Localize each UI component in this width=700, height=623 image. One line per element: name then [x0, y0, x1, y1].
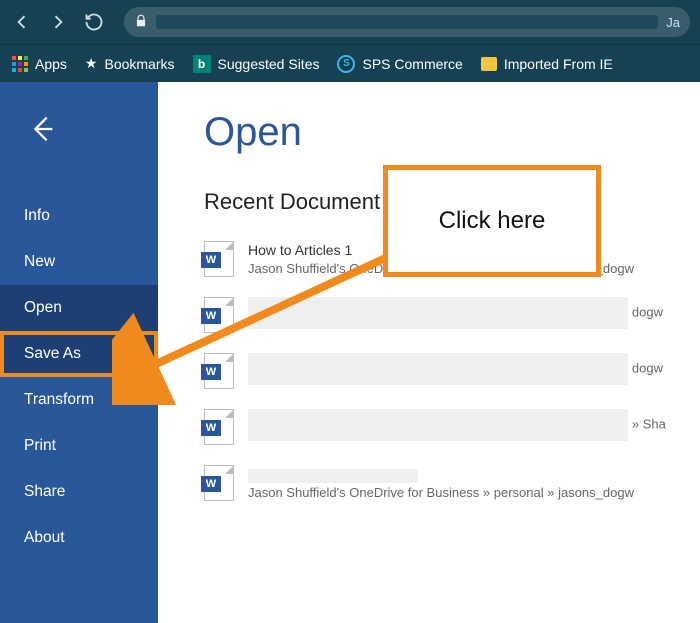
document-row[interactable]: dogw [204, 353, 700, 389]
address-masked [156, 15, 658, 29]
doc-path-tail: dogw [632, 305, 663, 320]
redacted-text [248, 469, 418, 483]
bookmark-suggested[interactable]: b Suggested Sites [193, 55, 320, 73]
forward-nav-button[interactable] [46, 10, 70, 34]
bookmarks-bar: Apps ★ Bookmarks b Suggested Sites S SPS… [0, 44, 700, 82]
sidebar: Info New Open Save As Transform Print Sh… [0, 82, 158, 623]
reload-button[interactable] [82, 10, 106, 34]
sidebar-item-transform[interactable]: Transform [0, 377, 158, 423]
word-doc-icon [204, 353, 234, 389]
bookmark-sps[interactable]: S SPS Commerce [337, 55, 462, 73]
word-doc-icon [204, 297, 234, 333]
word-doc-icon [204, 465, 234, 501]
sidebar-item-print[interactable]: Print [0, 423, 158, 469]
sidebar-item-save-as[interactable]: Save As [0, 331, 158, 377]
bing-icon: b [193, 55, 211, 73]
doc-path-tail: » Sha [632, 417, 666, 432]
redacted-text [248, 353, 628, 385]
sidebar-item-info[interactable]: Info [0, 193, 158, 239]
recent-documents-list: How to Articles 1 Jason Shuffield's OneD… [204, 241, 700, 502]
document-row[interactable]: dogw [204, 297, 700, 333]
word-online-backstage: Info New Open Save As Transform Print Sh… [0, 82, 700, 623]
sidebar-item-label: New [24, 253, 55, 270]
bookmark-apps[interactable]: Apps [12, 56, 67, 72]
word-doc-icon [204, 241, 234, 277]
bookmark-imported-label: Imported From IE [504, 56, 613, 72]
sidebar-item-label: Share [24, 483, 65, 500]
sidebar-item-label: Open [24, 299, 62, 316]
bookmark-sps-label: SPS Commerce [362, 56, 462, 72]
bookmark-imported[interactable]: Imported From IE [481, 56, 613, 72]
document-row[interactable]: Jason Shuffield's OneDrive for Business … [204, 465, 700, 501]
doc-path-tail: dogw [632, 361, 663, 376]
address-bar[interactable]: Ja [124, 7, 690, 37]
back-button[interactable] [0, 106, 158, 175]
sidebar-item-open[interactable]: Open [0, 285, 158, 331]
star-icon: ★ [85, 55, 98, 72]
sidebar-item-label: Save As [24, 345, 81, 362]
sidebar-item-label: About [24, 529, 65, 546]
sidebar-item-share[interactable]: Share [0, 469, 158, 515]
bookmark-apps-label: Apps [35, 56, 67, 72]
redacted-text [248, 409, 628, 441]
annotation-text: Click here [439, 207, 546, 235]
apps-icon [12, 56, 28, 72]
redacted-text [248, 297, 628, 329]
page-title: Open [204, 110, 700, 155]
lock-icon [134, 14, 148, 31]
folder-icon [481, 57, 497, 71]
document-row[interactable]: » Sha [204, 409, 700, 445]
annotation-callout: Click here [383, 165, 601, 277]
address-tail: Ja [666, 15, 680, 30]
sidebar-item-label: Print [24, 437, 56, 454]
bookmark-bookmarks[interactable]: ★ Bookmarks [85, 55, 175, 72]
browser-chrome: Ja Apps ★ Bookmarks b Suggested Sites S … [0, 0, 700, 82]
bookmark-bookmarks-label: Bookmarks [104, 56, 174, 72]
doc-path: Jason Shuffield's OneDrive for Business … [248, 484, 634, 502]
bookmark-suggested-label: Suggested Sites [218, 56, 320, 72]
sidebar-item-new[interactable]: New [0, 239, 158, 285]
word-doc-icon [204, 409, 234, 445]
sidebar-item-label: Transform [24, 391, 94, 408]
sps-icon: S [337, 55, 355, 73]
sidebar-item-label: Info [24, 207, 50, 224]
sidebar-item-about[interactable]: About [0, 515, 158, 561]
back-nav-button[interactable] [10, 10, 34, 34]
main-panel: Open Recent Document How to Articles 1 J… [158, 82, 700, 623]
